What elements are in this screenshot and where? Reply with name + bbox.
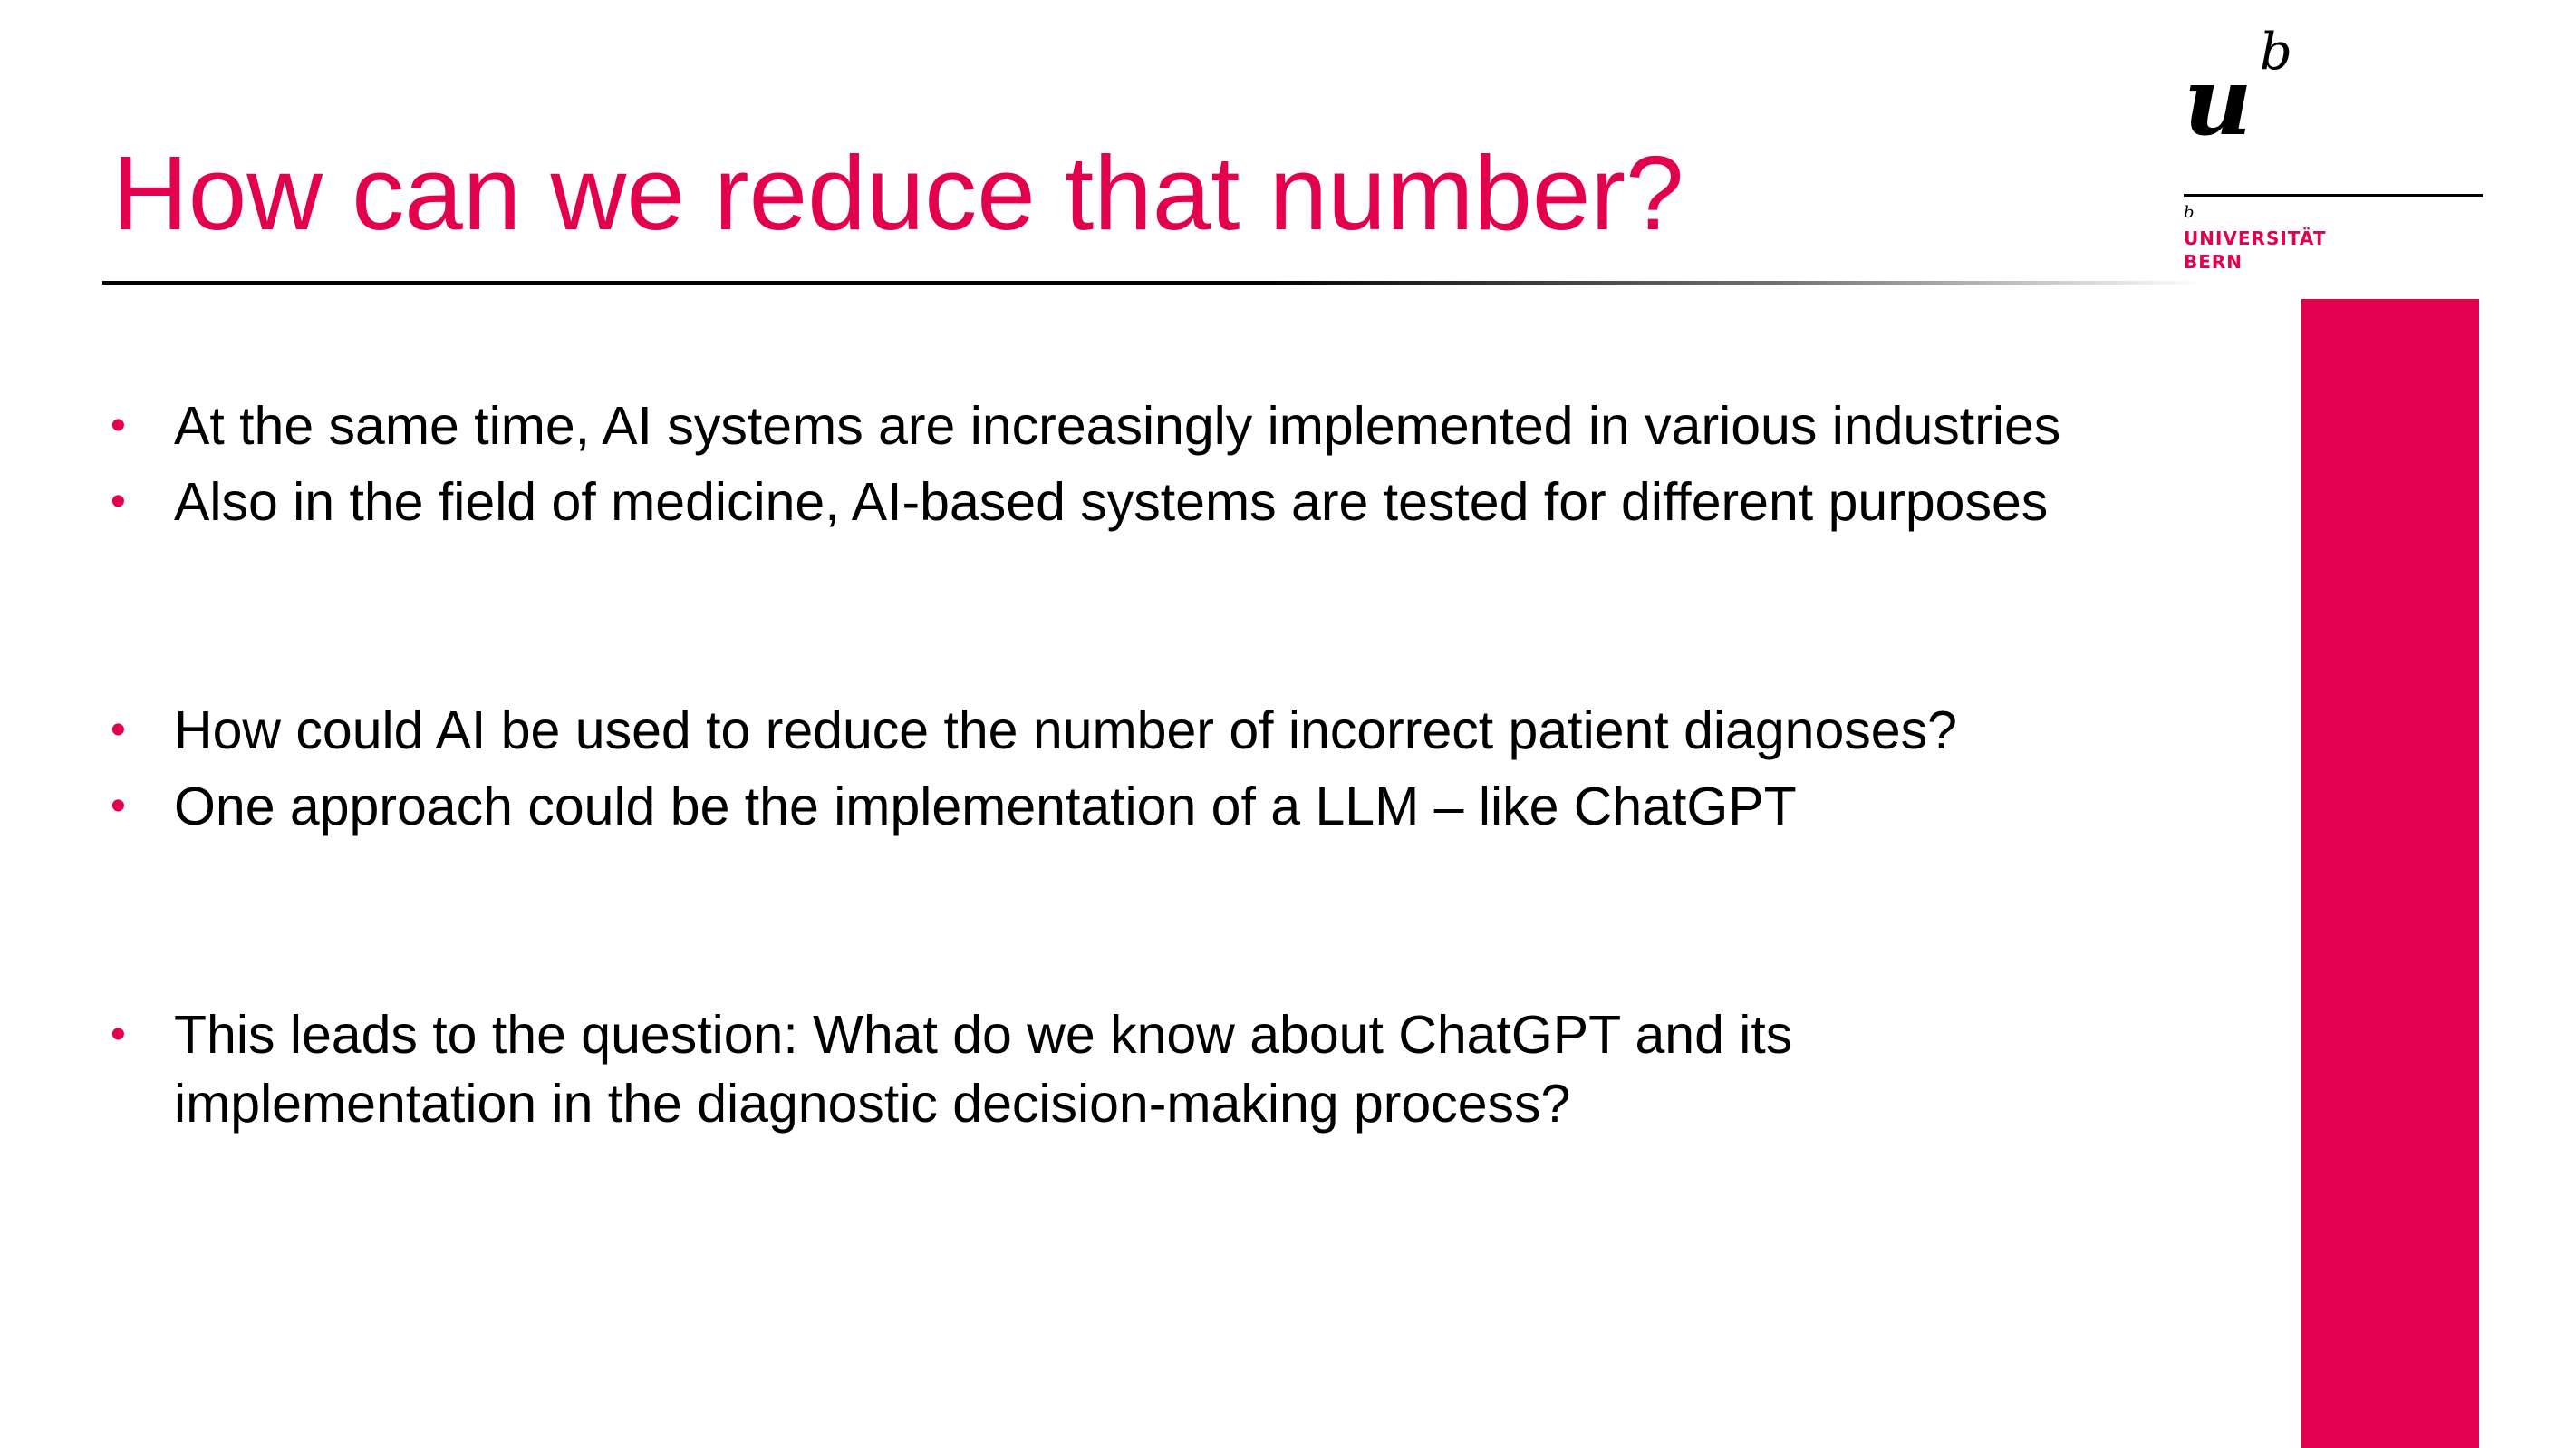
bullet-line: implementation in the diagnostic decisio… [174,1074,1571,1134]
bullet-text: One approach could be the implementation… [174,772,2167,841]
bullet-line: How could AI be used to reduce the numbe… [174,700,1957,760]
bullet-line: At the same time, AI systems are increas… [174,396,2061,456]
slide: How can we reduce that number? u b b UNI… [0,0,2576,1448]
bullet-dot-icon: • [111,401,126,449]
bullet-dot-icon: • [111,706,126,754]
bullet-list: • At the same time, AI systems are incre… [0,0,2576,1448]
bullet-line: This leads to the question: What do we k… [174,1005,1793,1065]
bullet-dot-icon: • [111,1010,126,1058]
bullet-text: At the same time, AI systems are increas… [174,391,2167,460]
bullet-text: This leads to the question: What do we k… [174,1000,2167,1138]
bullet-dot-icon: • [111,782,126,830]
bullet-dot-icon: • [111,478,126,526]
bullet-line: One approach could be the implementation… [174,777,1797,836]
bullet-text: How could AI be used to reduce the numbe… [174,696,2167,765]
bullet-line: Also in the field of medicine, AI-based … [174,472,2049,532]
bullet-text: Also in the field of medicine, AI-based … [174,468,2167,536]
